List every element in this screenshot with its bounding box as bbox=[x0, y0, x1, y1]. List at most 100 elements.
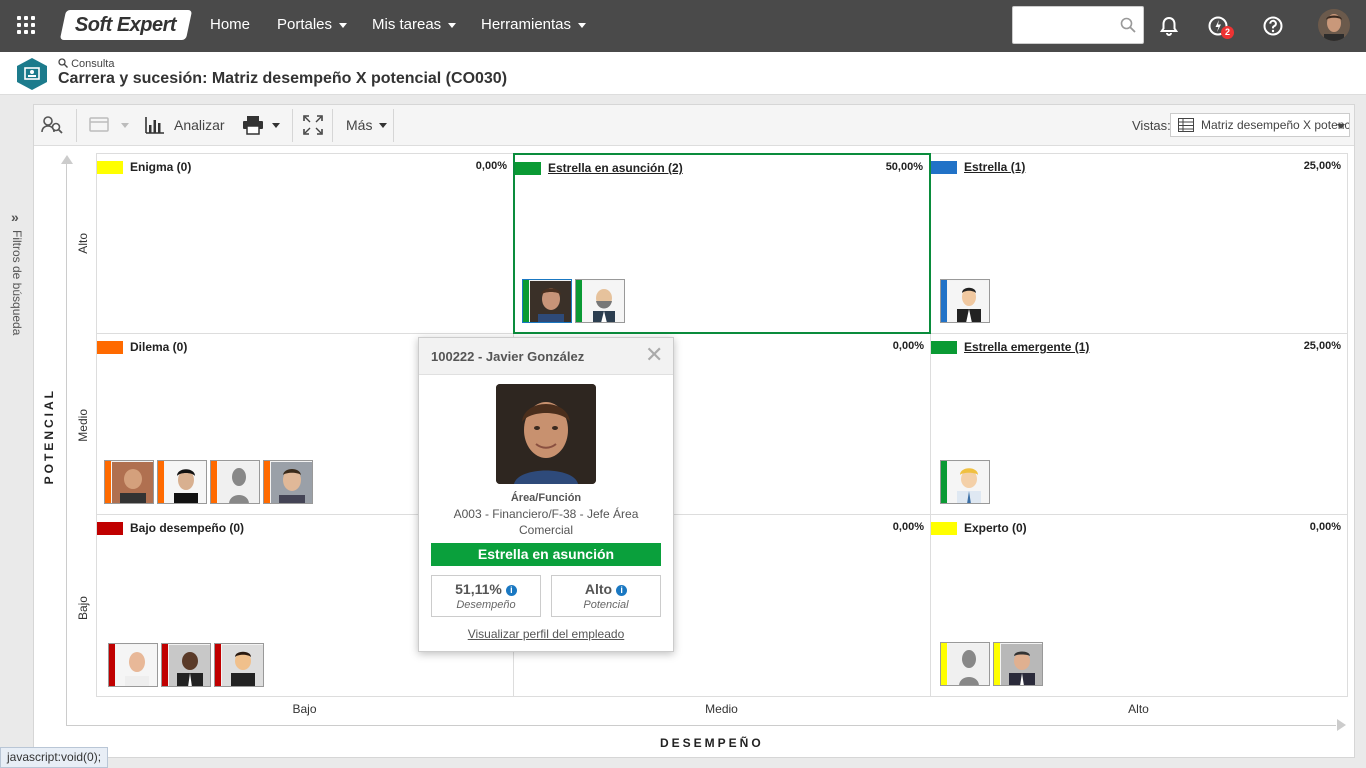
cell-percentage: 0,00% bbox=[892, 521, 924, 533]
mas-button[interactable]: Más bbox=[346, 113, 388, 137]
toolbar-separator bbox=[292, 109, 293, 142]
color-swatch bbox=[931, 522, 957, 535]
softexpert-logo[interactable]: Soft Expert bbox=[59, 10, 193, 40]
area-funcion-value: A003 - Financiero/F-38 - Jefe Área Comer… bbox=[453, 507, 639, 537]
cell-estrella-emergente[interactable]: Estrella emergente (1) 25,00% bbox=[930, 333, 1348, 515]
cell-title-link[interactable]: Estrella emergente (1) bbox=[964, 340, 1089, 354]
user-avatar[interactable] bbox=[1318, 9, 1350, 41]
page-header: Consulta Carrera y sucesión: Matriz dese… bbox=[0, 52, 1366, 95]
employee-photo[interactable] bbox=[157, 460, 207, 504]
bar-chart-icon bbox=[145, 117, 164, 134]
nav-home-label: Home bbox=[210, 16, 251, 33]
mas-label: Más bbox=[346, 117, 373, 133]
cell-estrella-en-asuncion[interactable]: Estrella en asunción (2) 50,00% bbox=[513, 153, 931, 334]
toolbar-separator bbox=[332, 109, 333, 142]
breadcrumb-consulta: Consulta bbox=[58, 58, 114, 70]
axis-arrow-right-icon bbox=[1337, 719, 1346, 731]
toolbar-separator bbox=[76, 109, 77, 142]
people-search-button[interactable] bbox=[41, 113, 63, 137]
vistas-label: Vistas: bbox=[1132, 118, 1171, 133]
page-title: Carrera y sucesión: Matriz desempeño X p… bbox=[58, 70, 508, 87]
axis-arrow-up-icon bbox=[61, 155, 73, 164]
view-employee-profile-link[interactable]: Visualizar perfil del empleado bbox=[419, 627, 673, 641]
search-input[interactable] bbox=[1019, 15, 1115, 35]
record-card-icon bbox=[89, 117, 109, 132]
employee-photo[interactable] bbox=[940, 279, 990, 323]
fullscreen-icon bbox=[303, 115, 323, 135]
employee-photo[interactable] bbox=[522, 279, 572, 323]
cell-title: Bajo desempeño (0) bbox=[130, 521, 245, 535]
filtros-de-busqueda-label[interactable]: Filtros de búsqueda bbox=[10, 230, 24, 335]
color-swatch bbox=[97, 341, 123, 354]
career-matrix-icon bbox=[17, 58, 47, 90]
nav-mis-tareas[interactable]: Mis tareas bbox=[372, 16, 457, 33]
employee-photo[interactable] bbox=[263, 460, 313, 504]
y-label-alto: Alto bbox=[76, 233, 90, 254]
matrix-panel: Analizar Más Vistas: Matriz desempeño X … bbox=[33, 104, 1355, 758]
analizar-button[interactable]: Analizar bbox=[145, 113, 225, 137]
apps-grid-icon[interactable] bbox=[17, 16, 35, 34]
bell-icon[interactable] bbox=[1158, 15, 1180, 37]
nav-home[interactable]: Home bbox=[210, 16, 250, 33]
fullscreen-button[interactable] bbox=[303, 113, 323, 137]
people-search-icon bbox=[41, 116, 63, 134]
color-swatch bbox=[931, 161, 957, 174]
close-icon[interactable]: ✕ bbox=[645, 344, 663, 366]
toolbar-separator bbox=[393, 109, 394, 142]
employee-photo[interactable] bbox=[993, 642, 1043, 686]
employee-photo[interactable] bbox=[940, 642, 990, 686]
cell-title-link[interactable]: Estrella (1) bbox=[964, 160, 1025, 174]
help-icon[interactable] bbox=[1262, 15, 1284, 37]
desempeno-axis-title: DESEMPEÑO bbox=[660, 736, 764, 750]
employee-photo[interactable] bbox=[210, 460, 260, 504]
color-swatch bbox=[931, 341, 957, 354]
employee-photo[interactable] bbox=[108, 643, 158, 687]
employee-photo[interactable] bbox=[575, 279, 625, 323]
x-label-bajo: Bajo bbox=[292, 702, 317, 716]
toolbar: Analizar Más Vistas: Matriz desempeño X … bbox=[34, 105, 1354, 146]
area-funcion-label: Área/Función bbox=[510, 492, 582, 504]
cell-title-link[interactable]: Estrella en asunción (2) bbox=[548, 161, 683, 175]
cell-experto[interactable]: Experto (0) 0,00% bbox=[930, 514, 1348, 697]
nav-portales[interactable]: Portales bbox=[277, 16, 348, 33]
color-swatch bbox=[97, 161, 123, 174]
print-button[interactable] bbox=[242, 113, 280, 137]
view-record-button[interactable] bbox=[89, 113, 129, 137]
cell-title: Experto (0) bbox=[964, 521, 1027, 535]
nav-portales-label: Portales bbox=[277, 16, 333, 33]
browser-status-bar: javascript:void(0); bbox=[0, 747, 109, 768]
print-icon bbox=[243, 116, 263, 135]
search-icon[interactable] bbox=[1120, 17, 1136, 33]
quadrant-status-badge: Estrella en asunción bbox=[431, 543, 661, 566]
employee-photo[interactable] bbox=[104, 460, 154, 504]
popup-title: 100222 - Javier González bbox=[431, 349, 585, 364]
desempeno-value: 51,11% bbox=[455, 581, 502, 597]
cell-title: Dilema (0) bbox=[130, 340, 188, 354]
analizar-label: Analizar bbox=[174, 117, 225, 133]
employee-photo[interactable] bbox=[161, 643, 211, 687]
cell-title: Enigma (0) bbox=[130, 160, 192, 174]
nav-herramientas[interactable]: Herramientas bbox=[481, 16, 587, 33]
top-navigation-bar: Soft Expert Home Portales Mis tareas Her… bbox=[0, 0, 1366, 52]
filter-sidebar-collapsed[interactable]: » Filtros de búsqueda bbox=[0, 96, 33, 768]
vistas-select[interactable]: Matriz desempeño X potencial bbox=[1170, 113, 1350, 137]
employee-photo[interactable] bbox=[214, 643, 264, 687]
employee-popup: 100222 - Javier González ✕ Área/Función … bbox=[418, 337, 674, 652]
popup-header: 100222 - Javier González ✕ bbox=[419, 338, 673, 375]
cell-enigma[interactable]: Enigma (0) 0,00% bbox=[96, 153, 514, 334]
cell-percentage: 0,00% bbox=[1309, 521, 1341, 533]
cell-estrella[interactable]: Estrella (1) 25,00% bbox=[930, 153, 1348, 334]
employee-photo[interactable] bbox=[940, 460, 990, 504]
info-icon[interactable]: i bbox=[505, 585, 517, 596]
expand-chevrons-icon[interactable]: » bbox=[11, 209, 19, 225]
chevron-down-icon bbox=[578, 22, 587, 28]
potencial-value: Alto bbox=[584, 581, 613, 597]
nav-herramientas-label: Herramientas bbox=[481, 16, 572, 33]
chevron-down-icon bbox=[379, 122, 388, 128]
chevron-down-icon bbox=[339, 22, 348, 28]
table-icon bbox=[1178, 118, 1194, 132]
info-icon[interactable]: i bbox=[616, 585, 628, 596]
potencial-label: Potencial bbox=[583, 599, 629, 611]
nav-mis-tareas-label: Mis tareas bbox=[372, 16, 442, 33]
search-box bbox=[1012, 6, 1144, 44]
